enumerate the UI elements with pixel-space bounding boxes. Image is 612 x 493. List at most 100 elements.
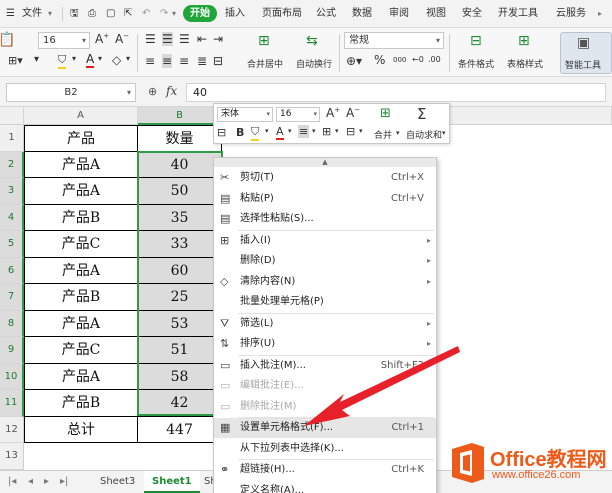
justify-icon[interactable]: ≣ <box>197 54 207 68</box>
row-header[interactable]: 1 <box>0 125 24 152</box>
chevron-down-icon[interactable]: ▾ <box>265 127 269 135</box>
tab-view[interactable]: 视图 <box>426 6 446 22</box>
tab-formulas[interactable]: 公式 <box>316 6 336 22</box>
align-bottom-icon[interactable]: ☰ <box>179 32 190 46</box>
tab-developer[interactable]: 开发工具 <box>498 6 538 22</box>
column-header-a[interactable]: A <box>24 107 138 125</box>
quantity-cell[interactable]: 25 <box>138 284 222 311</box>
font-size-select[interactable]: 16 ▾ <box>38 32 90 49</box>
zoom-search-icon[interactable]: ⊕ <box>148 85 157 98</box>
chevron-down-icon[interactable]: ▾ <box>312 127 316 135</box>
font-shrink-icon[interactable]: A− <box>115 32 129 46</box>
product-cell[interactable]: 产品A <box>24 151 138 178</box>
print-icon[interactable]: ⎙ <box>88 6 96 22</box>
percent-button[interactable]: % <box>374 53 385 67</box>
smart-tools-button[interactable]: ▣ 智能工具 <box>560 32 612 74</box>
format-painter-icon[interactable]: ⊟ <box>217 126 226 139</box>
conditional-format-icon[interactable]: ⊟ <box>470 33 482 49</box>
cell-style-icon[interactable]: ⊟ <box>346 125 355 138</box>
quantity-cell[interactable]: 35 <box>138 204 222 231</box>
paste-icon[interactable]: 📋 <box>0 32 15 48</box>
menu-item[interactable]: 定义名称(A)... <box>214 481 436 493</box>
product-cell[interactable]: 产品A <box>24 310 138 337</box>
chevron-down-icon[interactable]: ▾ <box>172 6 176 22</box>
table-style-icon[interactable]: ⊞ <box>518 33 530 49</box>
border-icon[interactable]: ⊞ <box>322 125 331 138</box>
table-style-button[interactable]: 表格样式 <box>507 57 543 70</box>
header-cell-product[interactable]: 产品 <box>24 125 138 152</box>
product-cell[interactable]: 产品C <box>24 231 138 258</box>
currency-icon[interactable]: ⊕▾ <box>346 54 362 68</box>
quantity-cell[interactable]: 60 <box>138 257 222 284</box>
file-menu[interactable]: 文件 <box>22 6 42 22</box>
conditional-format-button[interactable]: 条件格式 <box>458 57 494 70</box>
number-format-select[interactable]: 常规 ▾ <box>344 32 444 49</box>
quantity-cell[interactable]: 51 <box>138 337 222 364</box>
menu-item[interactable]: ⛛ 筛选(L) ▸ <box>214 314 436 334</box>
menu-item[interactable]: 从下拉列表中选择(K)... <box>214 439 436 459</box>
align-right-icon[interactable]: ≡ <box>179 54 189 68</box>
product-cell[interactable]: 产品B <box>24 204 138 231</box>
align-middle-icon[interactable]: ☰ <box>162 32 173 46</box>
chevron-right-icon[interactable]: ▸ <box>598 6 602 22</box>
scroll-up-icon[interactable]: ▲ <box>214 158 436 167</box>
menu-item[interactable]: ✂ 剪切(T) Ctrl+X <box>214 168 436 188</box>
row-header[interactable]: 10 <box>0 363 24 390</box>
align-top-icon[interactable]: ☰ <box>145 32 156 46</box>
chevron-down-icon[interactable]: ▾ <box>396 129 400 137</box>
sheet-tab-sheet3[interactable]: Sheet3 <box>92 471 143 493</box>
mini-font-select[interactable]: 宋体 ▾ <box>217 107 273 122</box>
distributed-icon[interactable]: ⊟ <box>213 54 223 68</box>
chevron-down-icon[interactable]: ▾ <box>34 54 39 65</box>
chevron-down-icon[interactable]: ▾ <box>288 127 292 135</box>
wrap-text-icon[interactable]: ⇆ <box>306 33 318 49</box>
quantity-cell[interactable]: 33 <box>138 231 222 258</box>
undo-icon[interactable]: ↶ <box>142 6 150 22</box>
mini-size-select[interactable]: 16 ▾ <box>276 107 320 122</box>
formula-input[interactable]: 40 <box>186 83 606 102</box>
tab-home[interactable]: 开始 <box>183 5 217 22</box>
font-grow-icon[interactable]: A+ <box>95 32 109 46</box>
indent-increase-icon[interactable]: ⇥ <box>213 32 223 46</box>
chevron-down-icon[interactable]: ▾ <box>442 129 446 137</box>
menu-item[interactable]: 删除(D) ▸ <box>214 251 436 271</box>
fill-color-icon[interactable]: ⛉ <box>58 53 67 69</box>
thousands-button[interactable]: 000 <box>393 56 406 64</box>
align-center-icon[interactable]: ≡ <box>162 54 173 68</box>
align-center-icon[interactable]: ≡ <box>298 125 310 138</box>
menu-item[interactable]: 批量处理单元格(P) <box>214 292 436 312</box>
select-all-corner[interactable] <box>0 107 24 125</box>
first-sheet-icon[interactable]: |◂ <box>8 476 16 487</box>
product-cell[interactable]: 产品A <box>24 363 138 390</box>
font-grow-icon[interactable]: A+ <box>326 106 340 120</box>
name-box[interactable]: B2 ▾ <box>6 83 136 102</box>
prev-sheet-icon[interactable]: ◂ <box>28 476 33 487</box>
row-header[interactable]: 13 <box>0 443 24 470</box>
mini-merge-button[interactable]: 合并 <box>374 128 392 141</box>
font-shrink-icon[interactable]: A− <box>346 106 360 120</box>
menu-item[interactable]: ▤ 选择性粘贴(S)... <box>214 209 436 229</box>
row-header[interactable]: 12 <box>0 416 24 443</box>
chevron-down-icon[interactable]: ▾ <box>359 127 363 135</box>
column-header-b[interactable]: B <box>138 107 222 125</box>
decimal-decrease-icon[interactable]: .00 <box>428 55 441 64</box>
menu-item[interactable]: ⚭ 超链接(H)... Ctrl+K <box>214 460 436 480</box>
redo-icon[interactable]: ↷ <box>160 6 168 22</box>
product-cell[interactable]: 产品A <box>24 178 138 205</box>
print-preview-icon[interactable]: ▢ <box>106 6 115 22</box>
quantity-cell[interactable]: 58 <box>138 363 222 390</box>
tab-page-layout[interactable]: 页面布局 <box>262 6 302 22</box>
autosum-button[interactable]: 自动求和 <box>406 128 442 141</box>
tab-cloud[interactable]: 云服务 <box>556 6 586 22</box>
row-header[interactable]: 2 <box>0 151 24 178</box>
decimal-increase-icon[interactable]: ←0 <box>412 55 424 64</box>
fill-color-icon[interactable]: ⛉ <box>251 125 260 141</box>
tab-insert[interactable]: 插入 <box>225 6 245 22</box>
quantity-cell[interactable]: 42 <box>138 390 222 417</box>
row-header[interactable]: 5 <box>0 231 24 258</box>
row-header[interactable]: 8 <box>0 310 24 337</box>
next-sheet-icon[interactable]: ▸ <box>44 476 49 487</box>
clear-format-icon[interactable]: ◇ <box>112 53 121 67</box>
row-header[interactable]: 7 <box>0 284 24 311</box>
last-sheet-icon[interactable]: ▸| <box>60 476 68 487</box>
